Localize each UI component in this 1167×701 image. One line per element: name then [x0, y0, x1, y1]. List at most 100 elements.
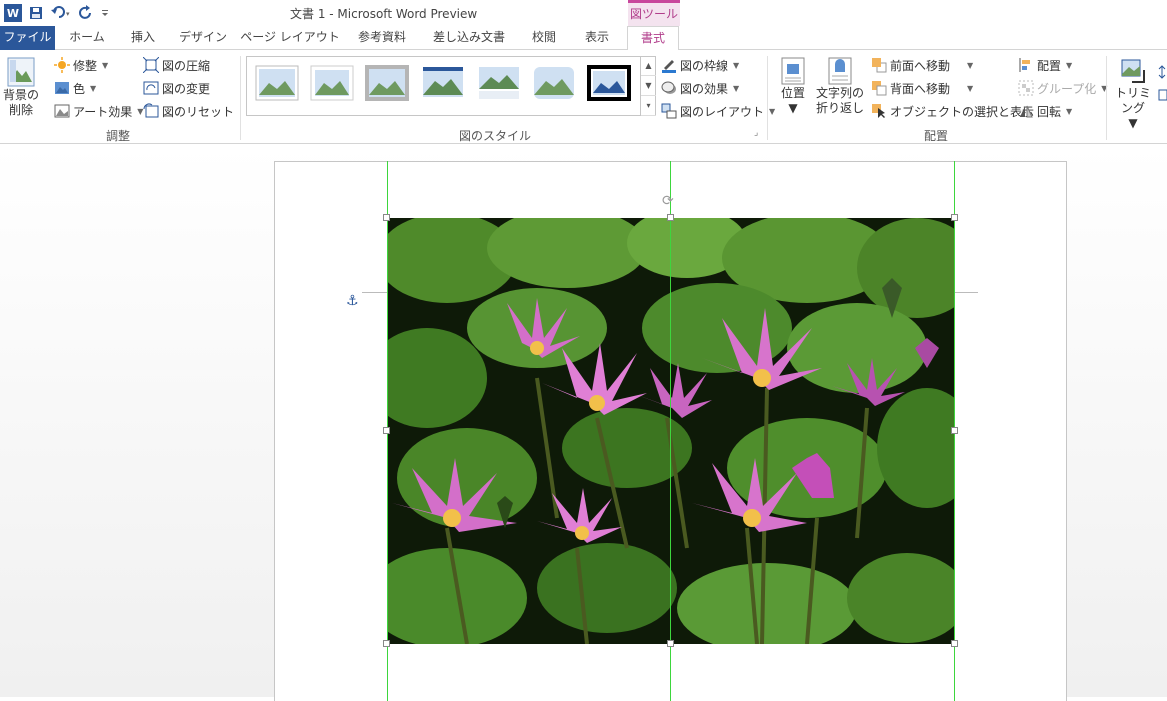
redo-button[interactable] — [78, 3, 94, 23]
sun-icon — [54, 57, 70, 73]
picture-layout-label: 図のレイアウト — [680, 104, 765, 119]
tab-file[interactable]: ファイル — [0, 26, 55, 50]
margin-mark — [954, 292, 978, 293]
tab-design[interactable]: デザイン — [174, 26, 232, 50]
ribbon-tabs: ファイル ホーム 挿入 デザイン ページ レイアウト 参考資料 差し込み文書 校… — [0, 26, 1167, 51]
remove-background-button[interactable]: 背景の 削除 — [2, 56, 40, 118]
picture-style-1[interactable] — [255, 65, 299, 101]
dropdown-arrow-icon: ▼ — [90, 83, 97, 93]
group-separator — [767, 56, 768, 140]
adjust-group-label: 調整 — [105, 129, 130, 143]
resize-handle-left[interactable] — [383, 427, 390, 434]
compress-pictures-button[interactable]: 図の圧縮 — [143, 55, 210, 75]
align-icon — [1019, 58, 1030, 72]
dropdown-arrow-icon: ▼ — [1128, 116, 1138, 130]
wrap-text-icon — [828, 57, 852, 85]
picture-styles-gallery[interactable] — [246, 56, 656, 116]
remove-bg-label-1: 背景の — [2, 88, 39, 102]
crop-label: トリミング — [1114, 86, 1151, 115]
rotate-handle-icon[interactable]: ⟳ — [662, 193, 674, 209]
picture-style-6[interactable] — [532, 65, 576, 101]
picture-layout-icon — [661, 103, 677, 119]
position-button[interactable]: 位置 ▼ — [776, 56, 810, 116]
dropdown-arrow-icon: ▼ — [967, 83, 974, 93]
picture-style-4[interactable] — [421, 65, 465, 101]
tab-page-layout[interactable]: ページ レイアウト — [238, 26, 342, 50]
crop-icon — [1121, 59, 1145, 83]
bring-forward-button[interactable]: 前面へ移動 ▼ — [871, 55, 973, 75]
picture-border-button[interactable]: 図の枠線 ▼ — [661, 55, 739, 75]
resize-handle-top-right[interactable] — [951, 214, 958, 221]
chevron-down-icon — [102, 10, 108, 16]
align-button[interactable]: 配置 ▼ — [1018, 55, 1072, 75]
resize-handle-top[interactable] — [667, 214, 674, 221]
dropdown-arrow-icon: ▼ — [788, 101, 798, 115]
tab-review[interactable]: 校閲 — [522, 26, 566, 50]
reset-picture-label: 図のリセット — [162, 104, 235, 119]
ribbon: 背景の 削除 修整▼ 色▼ アート効果▼ 図の圧縮 図の変更 図のリセット▼ 調… — [0, 50, 1167, 144]
dropdown-arrow-icon: ▼ — [1066, 106, 1073, 116]
picture-effects-button[interactable]: 図の効果 ▼ — [661, 78, 739, 98]
tab-insert[interactable]: 挿入 — [118, 26, 168, 50]
resize-handle-top-left[interactable] — [383, 214, 390, 221]
bring-forward-label: 前面へ移動 — [890, 58, 951, 73]
margin-mark — [362, 292, 388, 293]
resize-handle-right[interactable] — [951, 427, 958, 434]
word-logo-icon: W — [4, 4, 22, 22]
dropdown-arrow-icon: ▼ — [733, 60, 740, 70]
size-controls-partial — [1157, 64, 1167, 124]
customize-qat-button[interactable] — [100, 3, 110, 23]
document-title: 文書 1 - Microsoft Word Preview — [290, 7, 478, 21]
svg-text:▾: ▾ — [66, 10, 70, 18]
rotate-icon — [1020, 105, 1033, 118]
height-icon — [1158, 65, 1167, 101]
undo-button[interactable]: ▾ — [50, 3, 72, 23]
resize-handle-bottom[interactable] — [667, 640, 674, 647]
picture-style-3[interactable] — [365, 65, 409, 101]
crop-button[interactable]: トリミング ▼ — [1110, 56, 1156, 131]
tab-format[interactable]: 書式 — [627, 26, 679, 51]
change-picture-button[interactable]: 図の変更 — [143, 78, 210, 98]
reset-picture-button[interactable]: 図のリセット▼ — [143, 101, 253, 121]
picture-effects-label: 図の効果 — [680, 81, 729, 96]
save-button[interactable] — [28, 3, 44, 23]
resize-handle-bottom-right[interactable] — [951, 640, 958, 647]
wrap-text-button[interactable]: 文字列の 折り返し — [814, 56, 866, 116]
position-label: 位置 — [780, 86, 805, 100]
corrections-button[interactable]: 修整 ▼ — [54, 55, 108, 75]
tab-mailings[interactable]: 差し込み文書 — [422, 26, 516, 50]
tab-view[interactable]: 表示 — [572, 26, 622, 50]
wrap-text-label-1: 文字列の — [815, 86, 864, 100]
dialog-launcher-icon[interactable]: ⌟ — [754, 128, 758, 138]
rotate-button[interactable]: 回転 ▼ — [1018, 101, 1072, 121]
change-picture-label: 図の変更 — [162, 81, 211, 96]
send-backward-button[interactable]: 背面へ移動 ▼ — [871, 78, 973, 98]
gallery-scroll-up-button[interactable]: ▲ — [641, 56, 656, 76]
artistic-effects-label: アート効果 — [73, 104, 133, 119]
artistic-effects-button[interactable]: アート効果 ▼ — [54, 101, 143, 121]
dropdown-arrow-icon: ▼ — [733, 83, 740, 93]
picture-styles-group-label: 図のスタイル — [458, 129, 531, 143]
gallery-scroll-down-button[interactable]: ▼ — [641, 76, 656, 96]
tab-home[interactable]: ホーム — [60, 26, 114, 50]
group-objects-button[interactable]: グループ化 ▼ — [1018, 78, 1107, 98]
selection-pane-label: オブジェクトの選択と表示 — [890, 104, 1035, 119]
picture-style-7[interactable] — [587, 65, 631, 101]
color-button[interactable]: 色 ▼ — [54, 78, 96, 98]
picture-style-2[interactable] — [310, 65, 354, 101]
send-backward-icon — [872, 81, 887, 96]
resize-handle-bottom-left[interactable] — [383, 640, 390, 647]
compress-icon — [143, 57, 159, 73]
picture-layout-button[interactable]: 図のレイアウト ▼ — [661, 101, 775, 121]
compress-label: 図の圧縮 — [162, 58, 211, 73]
rotate-label: 回転 — [1037, 104, 1062, 119]
selection-pane-button[interactable]: オブジェクトの選択と表示 — [871, 101, 1034, 121]
gallery-more-button[interactable]: ▾ — [641, 96, 656, 116]
wrap-text-label-2: 折り返し — [815, 101, 864, 115]
tab-references[interactable]: 参考資料 — [348, 26, 416, 50]
picture-tools-context-label: 図ツール — [628, 0, 680, 26]
alignment-guide-center — [670, 161, 671, 701]
corrections-label: 修整 — [73, 58, 98, 73]
picture-style-5[interactable] — [477, 65, 521, 101]
anchor-icon[interactable]: ⚓ — [346, 293, 359, 309]
